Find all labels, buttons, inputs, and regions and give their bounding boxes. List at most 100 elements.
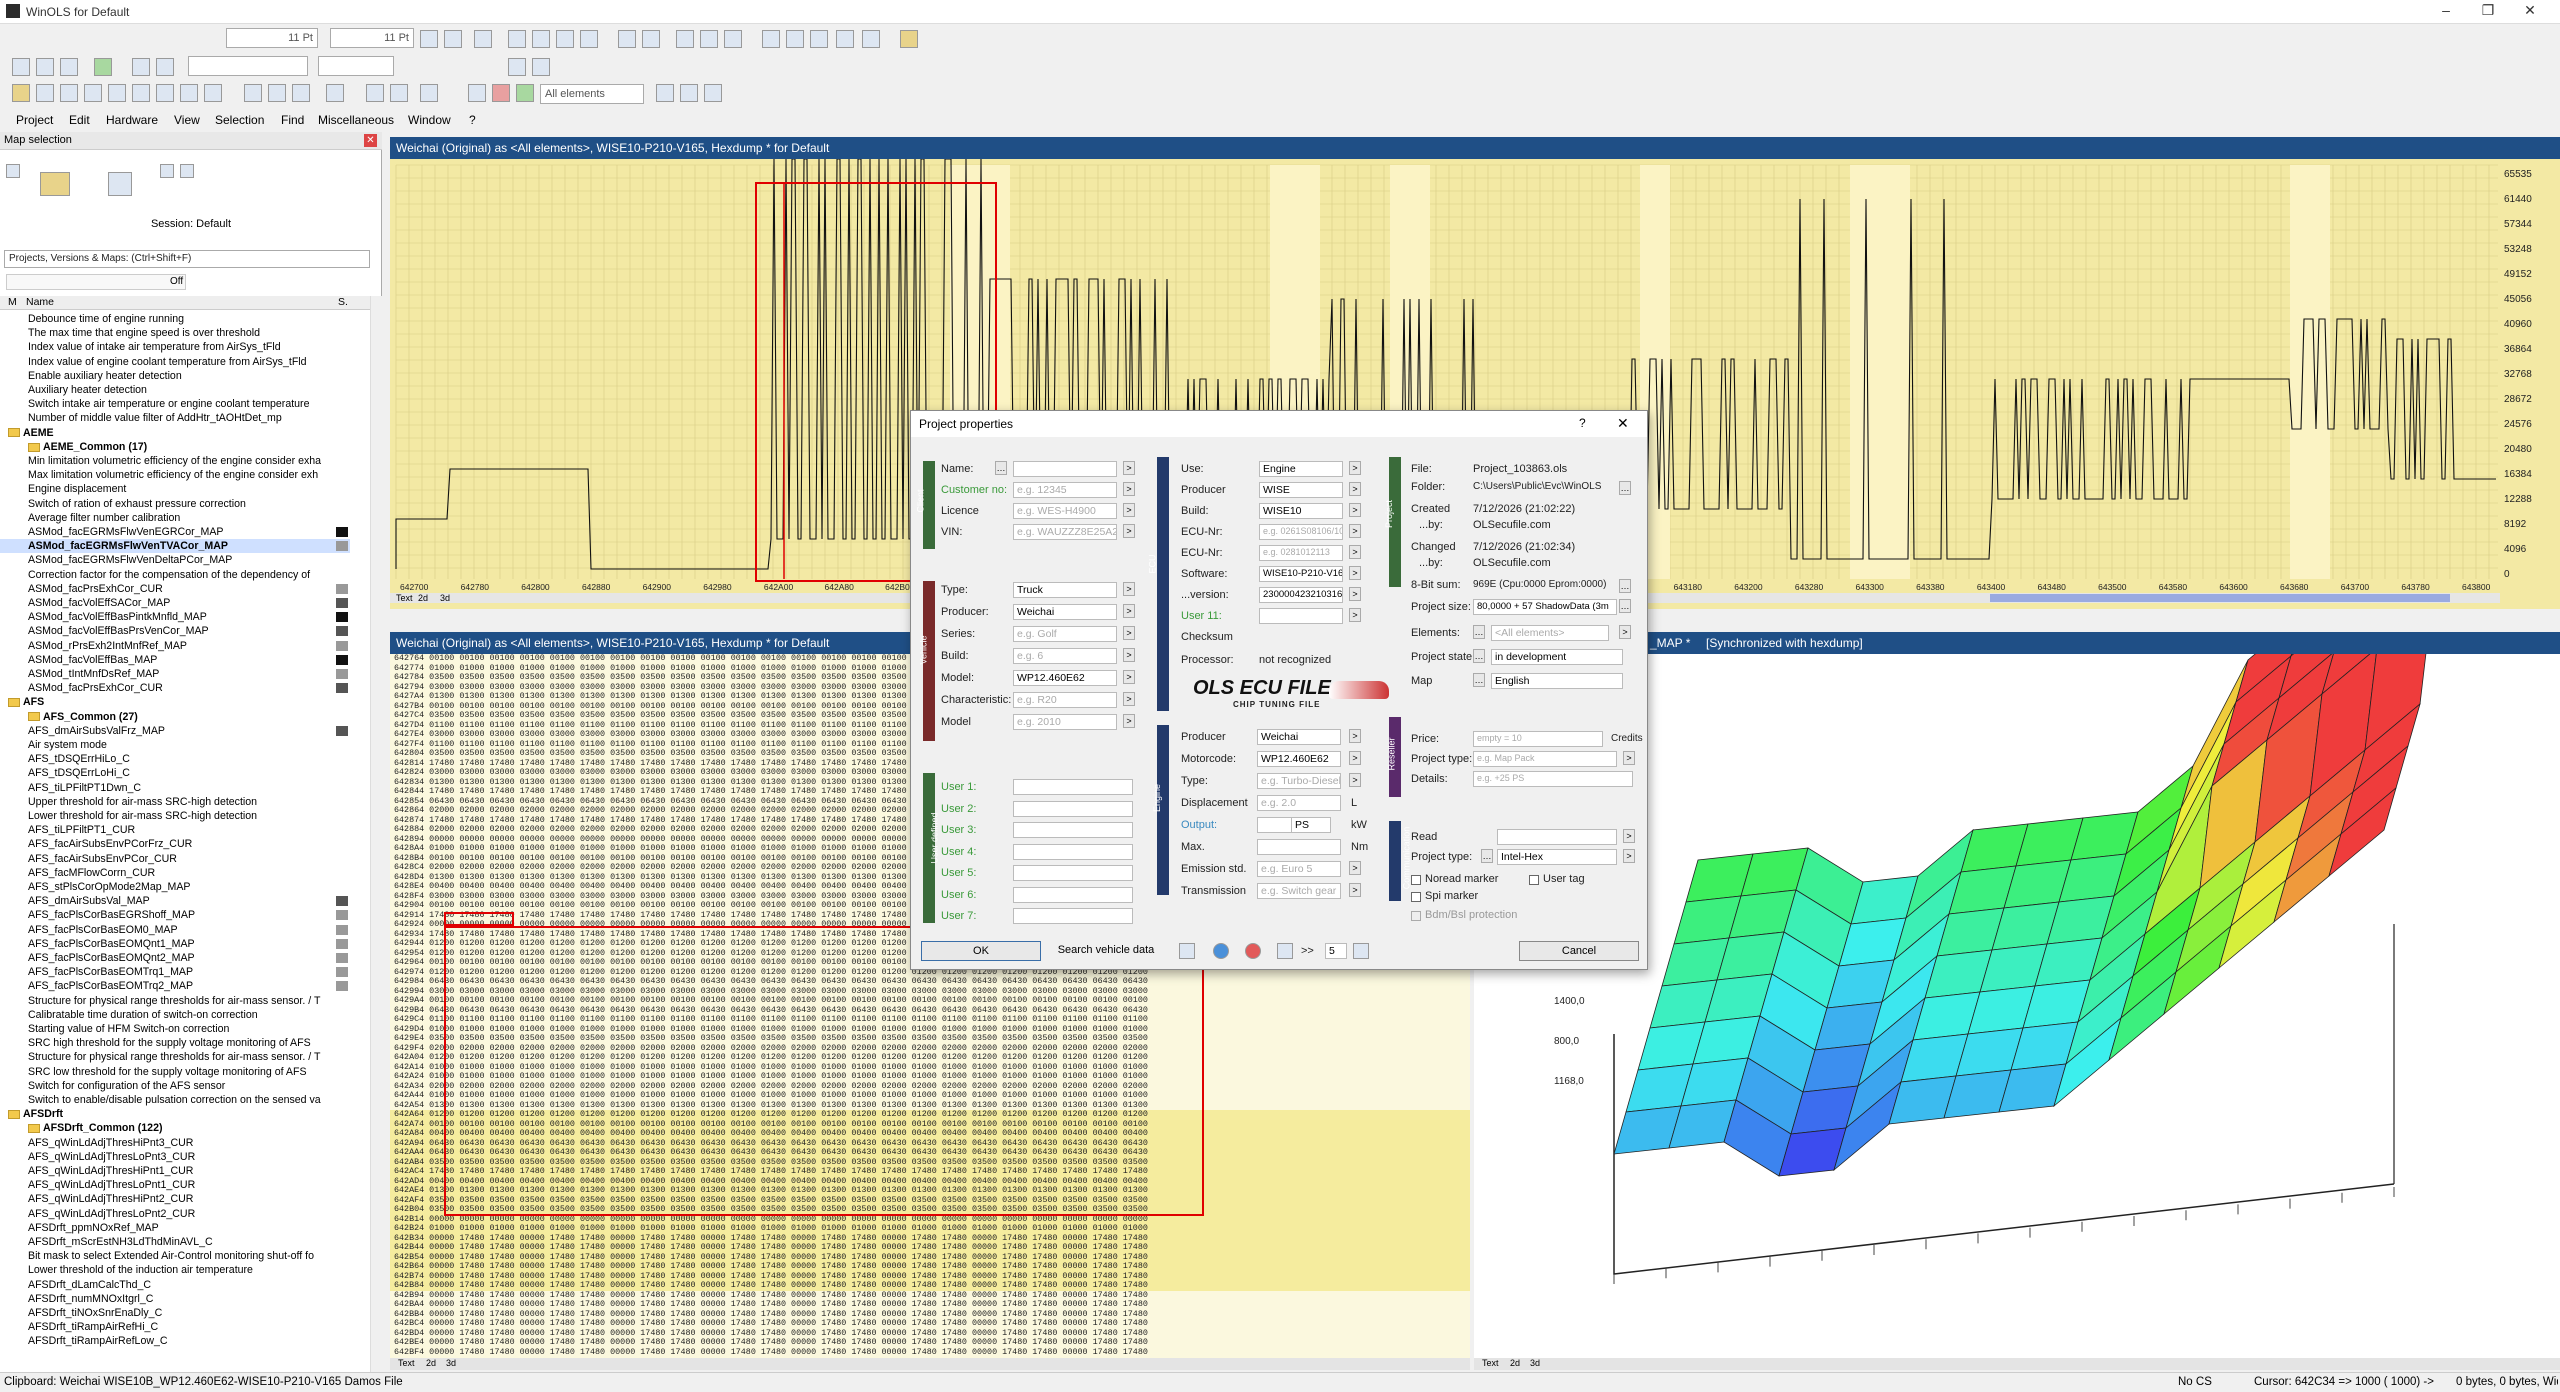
close-button[interactable]: ✕ [2516, 2, 2544, 22]
use-field[interactable]: Engine [1259, 461, 1343, 477]
view-icon[interactable] [618, 30, 636, 48]
tree-item[interactable]: AFS [0, 695, 350, 709]
tree-item[interactable]: ASMod_tIntMnfDsRef_MAP [0, 667, 350, 681]
user-field-input[interactable] [1013, 800, 1133, 817]
tree-item[interactable]: Debounce time of engine running [0, 312, 350, 326]
use-button[interactable]: > [1349, 461, 1361, 475]
tree-item[interactable]: AFSDrft_tiRampAirRefLow_C [0, 1334, 350, 1348]
tree-item[interactable]: Switch intake air temperature or engine … [0, 397, 350, 411]
user-field-input[interactable] [1013, 779, 1133, 795]
new-project-icon[interactable] [12, 58, 30, 76]
new-icon[interactable] [6, 164, 20, 178]
tab-2d[interactable]: 2d [426, 1358, 436, 1368]
tree-item[interactable]: AFS_qWinLdAdjThresLoPnt2_CUR [0, 1207, 350, 1221]
comm-type-lookup-button[interactable]: … [1481, 849, 1493, 863]
state-lookup-button[interactable]: … [1473, 649, 1485, 663]
tree-item[interactable]: Calibratable time duration of switch-on … [0, 1008, 350, 1022]
tree-item[interactable]: SRC low threshold for the supply voltage… [0, 1065, 350, 1079]
delta-icon[interactable] [786, 30, 804, 48]
engine-producer-field[interactable]: Weichai [1257, 729, 1341, 745]
tree-item[interactable]: Structure for physical range thresholds … [0, 994, 350, 1008]
map-icon[interactable] [156, 84, 174, 102]
ecu-build-button[interactable]: > [1349, 503, 1361, 517]
tree-item[interactable]: The max time that engine speed is over t… [0, 326, 350, 340]
tree-item[interactable]: AFS_Common (27) [0, 710, 350, 724]
tree-item[interactable]: Max limitation volumetric efficiency of … [0, 468, 350, 482]
tree-item[interactable]: Upper threshold for air-mass SRC-high de… [0, 795, 350, 809]
details-field[interactable]: e.g. +25 PS [1473, 771, 1633, 787]
original-icon[interactable] [862, 30, 880, 48]
settings-icon[interactable] [656, 84, 674, 102]
tab-3d[interactable]: 3d [446, 1358, 456, 1368]
tree-item[interactable]: AFSDrft_dLamCalcThd_C [0, 1278, 350, 1292]
open-project-icon[interactable] [36, 58, 54, 76]
noread-checkbox[interactable] [1411, 875, 1421, 885]
maximize-button[interactable]: ❐ [2474, 2, 2502, 22]
user-field-input[interactable] [1013, 822, 1133, 838]
col-m[interactable]: M [8, 296, 17, 308]
vin-field[interactable]: e.g. WAUZZZ8E25A23 [1013, 524, 1117, 540]
tree-item[interactable]: Index value of engine coolant temperatur… [0, 355, 350, 369]
tool-icon[interactable] [12, 84, 30, 102]
usertag-checkbox[interactable] [1529, 875, 1539, 885]
multiply-icon[interactable] [810, 30, 828, 48]
percent-icon[interactable] [762, 30, 780, 48]
chrome-icon[interactable] [1245, 943, 1261, 959]
menu-window[interactable]: Window [408, 113, 451, 127]
tree-item[interactable]: AFS_tDSQErrLoHi_C [0, 766, 350, 780]
tree-item[interactable]: AFSDrft_mScrEstNH3LdThdMinAVL_C [0, 1235, 350, 1249]
hex-row[interactable]: 642BF4 00000 17480 17480 00000 17480 174… [390, 1347, 1470, 1358]
output-unit-select[interactable]: PS [1291, 817, 1331, 833]
checksum-icon[interactable] [516, 84, 534, 102]
tree-item[interactable]: AFS_facPlsCorBasEGRShoff_MAP [0, 908, 350, 922]
tree-item[interactable]: AFS_tiLPFiltPT1_CUR [0, 823, 350, 837]
tool-icon[interactable] [36, 84, 54, 102]
series-field[interactable]: e.g. Golf [1013, 626, 1117, 642]
characteristic-button[interactable]: > [1123, 692, 1135, 706]
comment-icon[interactable] [1277, 943, 1293, 959]
search-vehicle-data-button[interactable]: Search vehicle data [1051, 941, 1161, 961]
tree-item[interactable]: ASMod_facEGRMsFlwVenEGRCor_MAP [0, 525, 350, 539]
version-field[interactable]: 230000423210316 [1259, 587, 1343, 603]
import-icon[interactable] [94, 58, 112, 76]
tree-item[interactable]: Auxiliary heater detection [0, 383, 350, 397]
help-icon[interactable]: ? [1579, 416, 1586, 430]
tree-item[interactable]: AFS_qWinLdAdjThresLoPnt3_CUR [0, 1150, 350, 1164]
tree-item[interactable]: Engine displacement [0, 482, 350, 496]
search-icon[interactable] [390, 84, 408, 102]
version-button[interactable]: > [1349, 587, 1361, 601]
view-icon[interactable] [642, 30, 660, 48]
transmission-button[interactable]: > [1349, 883, 1361, 897]
tree-item[interactable]: AFS_facMFlowCorrn_CUR [0, 866, 350, 880]
spi-checkbox[interactable] [1411, 892, 1421, 902]
cancel-button[interactable]: Cancel [1519, 941, 1639, 961]
tree-item[interactable]: Average filter number calibration [0, 511, 350, 525]
value-combo[interactable] [318, 56, 394, 76]
elements-button[interactable]: > [1619, 625, 1631, 639]
tree-item[interactable]: ASMod_facVolEffBas_MAP [0, 653, 350, 667]
col-s[interactable]: S. [338, 296, 348, 308]
model-year-field[interactable]: e.g. 2010 [1013, 714, 1117, 730]
tree-item[interactable]: AFSDrft_ppmNOxRef_MAP [0, 1221, 350, 1235]
customer-field[interactable]: e.g. 12345 [1013, 482, 1117, 498]
elements-lookup-button[interactable]: … [1473, 625, 1485, 639]
comm-type-field[interactable]: Intel-Hex [1497, 849, 1617, 865]
edit-icon[interactable] [326, 84, 344, 102]
tree-item[interactable]: Number of middle value filter of AddHtr_… [0, 411, 350, 425]
ecu-nr2-button[interactable]: > [1349, 545, 1361, 559]
tool-icon[interactable] [84, 84, 102, 102]
map-language-select[interactable]: English [1491, 673, 1623, 689]
ecu-nr-field[interactable]: e.g. 0261S08106/10 [1259, 524, 1343, 540]
tab-3d[interactable]: 3d [1530, 1358, 1540, 1368]
menu-selection[interactable]: Selection [215, 113, 264, 127]
model-year-button[interactable]: > [1123, 714, 1135, 728]
tree-item[interactable]: ASMod_facPrsExhCor_CUR [0, 681, 350, 695]
folder-button[interactable]: … [1619, 481, 1631, 495]
software-button[interactable]: > [1349, 566, 1361, 580]
graph-tab[interactable]: 2d [418, 593, 428, 603]
price-field[interactable]: empty = 10 [1473, 731, 1603, 747]
tab-2d[interactable]: 2d [1510, 1358, 1520, 1368]
user11-field[interactable] [1259, 608, 1343, 624]
tool-icon[interactable] [60, 84, 78, 102]
tree-item[interactable]: Air system mode [0, 738, 350, 752]
